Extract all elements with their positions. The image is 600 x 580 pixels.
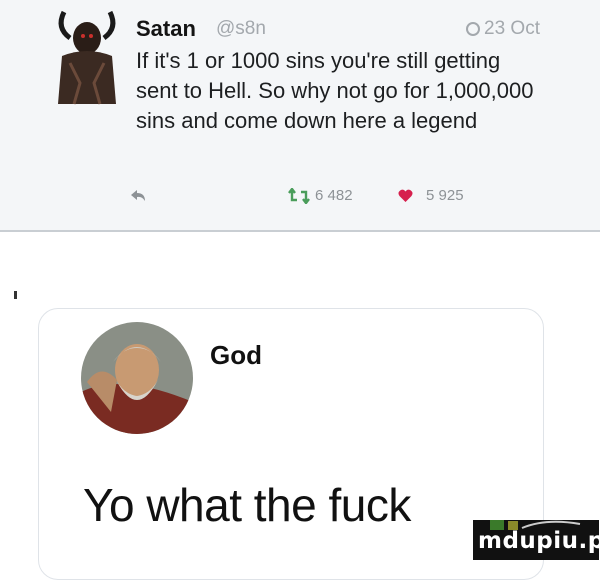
reply-arrow-icon[interactable] bbox=[128, 186, 148, 206]
tweet-text: If it's 1 or 1000 sins you're still gett… bbox=[136, 48, 534, 133]
god-painting-avatar-icon[interactable] bbox=[81, 322, 193, 434]
stray-mark bbox=[14, 291, 17, 299]
tweet-author-name[interactable]: Satan bbox=[136, 16, 196, 42]
retweet-count: 6 482 bbox=[315, 187, 353, 204]
like-count: 5 925 bbox=[426, 187, 464, 204]
satan-tweet: Satan @s8n 23 Oct If it's 1 or 1000 sins… bbox=[0, 0, 600, 232]
tweet-author-handle[interactable]: @s8n bbox=[216, 18, 266, 40]
watermark-text: mdupiu.pl bbox=[478, 528, 600, 554]
heart-icon[interactable] bbox=[398, 189, 413, 203]
devil-avatar-icon[interactable] bbox=[52, 8, 122, 108]
reply-author-name[interactable]: God bbox=[210, 340, 262, 371]
retweet-icon[interactable] bbox=[288, 188, 310, 204]
tweet-date: 23 Oct bbox=[484, 18, 540, 39]
tweet-timestamp[interactable]: 23 Oct bbox=[466, 18, 540, 40]
tweet-actions: 6 482 5 925 bbox=[128, 186, 528, 210]
reply-text: Yo what the fuck bbox=[83, 479, 411, 531]
tweet-divider bbox=[0, 230, 600, 232]
clock-icon bbox=[466, 22, 481, 36]
